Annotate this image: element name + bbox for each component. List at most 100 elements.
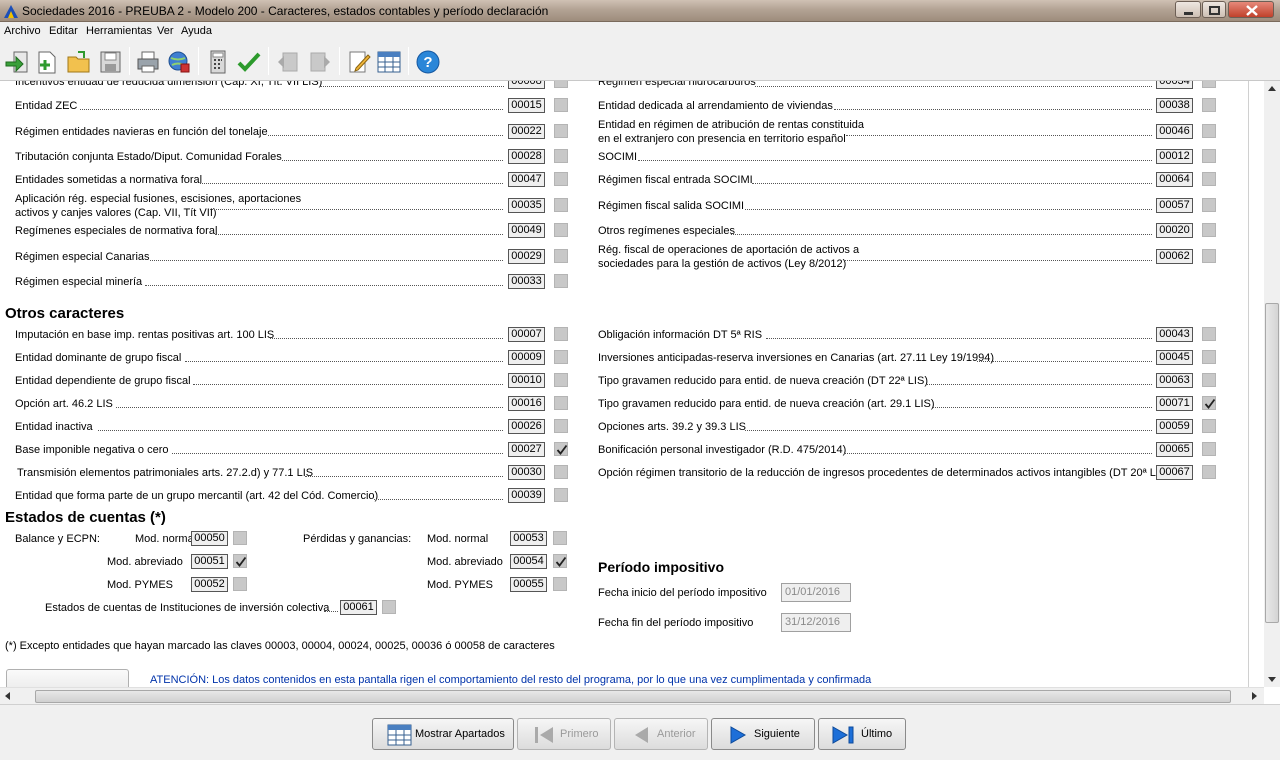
atencion-message: ATENCIÓN: Los datos contenidos en esta p… (150, 674, 872, 686)
otros-left-7-checkbox[interactable] (554, 488, 568, 502)
caracter-right-4-label: Régimen fiscal salida SOCIMI (598, 200, 745, 212)
caracter-left-3-code: 00047 (508, 172, 545, 187)
minimize-button[interactable] (1175, 1, 1201, 18)
fecha-inicio-input[interactable]: 01/01/2016 (781, 583, 851, 602)
scroll-down-icon[interactable] (1264, 671, 1280, 687)
fecha-fin-input[interactable]: 31/12/2016 (781, 613, 851, 632)
vertical-scroll-thumb[interactable] (1265, 303, 1279, 623)
next-page-icon (310, 52, 330, 72)
otros-left-6-checkbox[interactable] (554, 465, 568, 479)
partial-right-checkbox[interactable] (1202, 81, 1216, 88)
otros-left-1-checkbox[interactable] (554, 350, 568, 364)
otros-right-1-label: Inversiones anticipadas-reserva inversio… (598, 352, 995, 364)
caracter-right-4-checkbox[interactable] (1202, 198, 1216, 212)
import-icon[interactable] (4, 49, 30, 75)
balance-option-checkbox[interactable] (233, 554, 247, 568)
otros-left-3-label: Opción art. 46.2 LIS (15, 398, 113, 410)
globe-icon[interactable] (166, 49, 192, 75)
caracter-left-0-code: 00015 (508, 98, 545, 113)
ultimo-button[interactable]: Último (818, 718, 906, 750)
otros-right-1-checkbox[interactable] (1202, 350, 1216, 364)
edit-icon[interactable] (346, 49, 372, 75)
perdidas-option-checkbox[interactable] (553, 577, 567, 591)
otros-right-0-checkbox[interactable] (1202, 327, 1216, 341)
siguiente-button[interactable]: Siguiente (711, 718, 815, 750)
balance-option-checkbox[interactable] (233, 577, 247, 591)
otros-left-7-leader (374, 499, 503, 500)
otros-right-5-checkbox[interactable] (1202, 442, 1216, 456)
caracter-left-5-checkbox[interactable] (554, 223, 568, 237)
caracter-left-6-leader (150, 260, 503, 261)
menu-ayuda[interactable]: Ayuda (181, 25, 212, 37)
otros-left-6-leader (305, 476, 503, 477)
caracter-right-5-checkbox[interactable] (1202, 223, 1216, 237)
otros-left-3-checkbox[interactable] (554, 396, 568, 410)
checkmark-icon (235, 556, 247, 567)
otros-left-4-checkbox[interactable] (554, 419, 568, 433)
scroll-left-icon[interactable] (0, 688, 16, 704)
otros-left-5-checkbox[interactable] (554, 442, 568, 456)
periodo-title: Período impositivo (598, 559, 725, 575)
new-icon[interactable] (34, 49, 60, 75)
menu-ver[interactable]: Ver (157, 25, 174, 37)
otros-right-2-checkbox[interactable] (1202, 373, 1216, 387)
caracter-right-1-leader (846, 135, 1152, 136)
title-bar: Sociedades 2016 - PREUBA 2 - Modelo 200 … (0, 0, 1280, 22)
anterior-button[interactable]: Anterior (614, 718, 708, 750)
perdidas-option-checkbox[interactable] (553, 531, 567, 545)
menu-editar[interactable]: Editar (49, 25, 78, 37)
print-icon[interactable] (135, 49, 161, 75)
primero-button[interactable]: Primero (517, 718, 611, 750)
caracter-right-1-checkbox[interactable] (1202, 124, 1216, 138)
caracter-right-6-checkbox[interactable] (1202, 249, 1216, 263)
help-icon[interactable]: ? (415, 49, 441, 75)
otros-right-6-checkbox[interactable] (1202, 465, 1216, 479)
caracter-right-5-label: Otros regímenes especiales (598, 225, 735, 237)
partial-right-code: 00034 (1156, 81, 1193, 89)
otros-left-0-checkbox[interactable] (554, 327, 568, 341)
clipped-button[interactable] (6, 669, 129, 687)
otros-left-2-checkbox[interactable] (554, 373, 568, 387)
caracter-left-1-checkbox[interactable] (554, 124, 568, 138)
otros-left-5-code: 00027 (508, 442, 545, 457)
balance-option-checkbox[interactable] (233, 531, 247, 545)
caracter-left-2-checkbox[interactable] (554, 149, 568, 163)
maximize-button[interactable] (1202, 1, 1226, 18)
primero-label: Primero (560, 728, 599, 740)
open-folder-icon[interactable] (66, 49, 92, 75)
caracter-left-7-checkbox[interactable] (554, 274, 568, 288)
caracter-right-3-checkbox[interactable] (1202, 172, 1216, 186)
calculator-icon[interactable] (205, 49, 231, 75)
horizontal-scroll-thumb[interactable] (35, 690, 1231, 703)
scroll-up-icon[interactable] (1264, 81, 1280, 97)
caracter-left-6-checkbox[interactable] (554, 249, 568, 263)
caracter-left-3-checkbox[interactable] (554, 172, 568, 186)
mostrar-apartados-button[interactable]: Mostrar Apartados (372, 718, 514, 750)
close-button[interactable] (1228, 1, 1274, 18)
otros-right-2-label: Tipo gravamen reducido para entid. de nu… (598, 375, 928, 387)
scroll-right-icon[interactable] (1246, 688, 1262, 704)
partial-left-leader (320, 86, 504, 87)
caracter-left-4-checkbox[interactable] (554, 198, 568, 212)
inversion-colectiva-checkbox[interactable] (382, 600, 396, 614)
perdidas-option-code: 00055 (510, 577, 547, 592)
caracter-left-7-leader (145, 285, 503, 286)
save-icon[interactable] (97, 49, 123, 75)
caracter-right-2-checkbox[interactable] (1202, 149, 1216, 163)
otros-right-3-checkbox[interactable] (1202, 396, 1216, 410)
menu-herramientas[interactable]: Herramientas (86, 25, 152, 37)
perdidas-option-checkbox[interactable] (553, 554, 567, 568)
check-icon[interactable] (236, 49, 262, 75)
vertical-scrollbar[interactable] (1264, 81, 1280, 687)
menu-archivo[interactable]: Archivo (4, 25, 41, 37)
partial-left-checkbox[interactable] (554, 81, 568, 88)
caracter-right-0-checkbox[interactable] (1202, 98, 1216, 112)
perdidas-option-code: 00053 (510, 531, 547, 546)
otros-right-4-checkbox[interactable] (1202, 419, 1216, 433)
table-icon[interactable] (376, 49, 402, 75)
horizontal-scrollbar[interactable] (0, 687, 1264, 704)
caracter-left-0-checkbox[interactable] (554, 98, 568, 112)
caracter-left-6-label: Régimen especial Canarias (15, 251, 150, 263)
caracter-right-3-label: Régimen fiscal entrada SOCIMI (598, 174, 753, 186)
caracter-left-3-label: Entidades sometidas a normativa foral (15, 174, 203, 186)
